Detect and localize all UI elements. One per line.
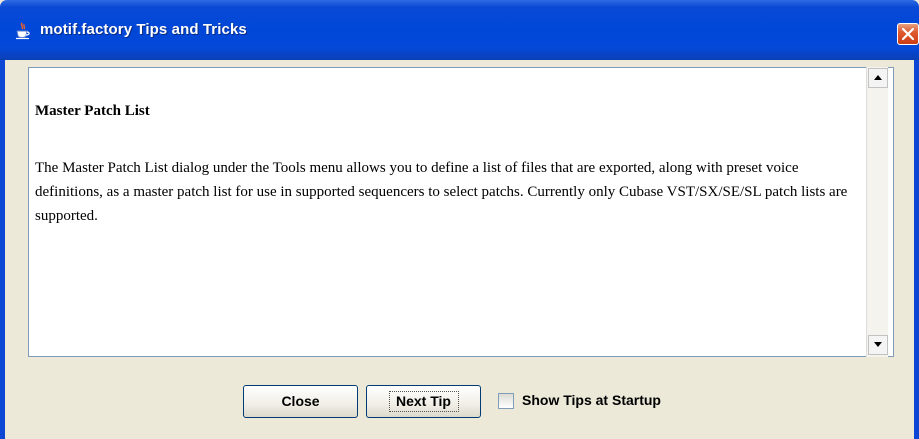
window-title: motif.factory Tips and Tricks [40,21,247,38]
scroll-up-button[interactable] [868,68,888,88]
close-button[interactable]: Close [243,385,358,418]
show-tips-label: Show Tips at Startup [522,392,661,408]
arrow-up-icon [874,75,882,80]
window-border-right [914,60,919,439]
tip-text-area[interactable]: Master Patch List The Master Patch List … [28,67,894,357]
close-icon [901,27,915,41]
focus-ring [389,391,459,412]
arrow-down-icon [874,342,882,347]
show-tips-checkbox[interactable] [498,393,514,409]
next-tip-button[interactable]: Next Tip [366,385,481,418]
dialog-content: Master Patch List The Master Patch List … [5,60,914,439]
tip-body: The Master Patch List dialog under the T… [35,160,848,224]
window-close-button[interactable] [897,23,919,45]
vertical-scrollbar[interactable] [866,67,888,357]
scroll-down-button[interactable] [868,335,888,355]
tip-heading: Master Patch List [35,103,150,119]
title-bar[interactable]: motif.factory Tips and Tricks [0,0,919,60]
tips-dialog: motif.factory Tips and Tricks Master Pat… [0,0,919,439]
java-cup-icon [15,22,31,40]
